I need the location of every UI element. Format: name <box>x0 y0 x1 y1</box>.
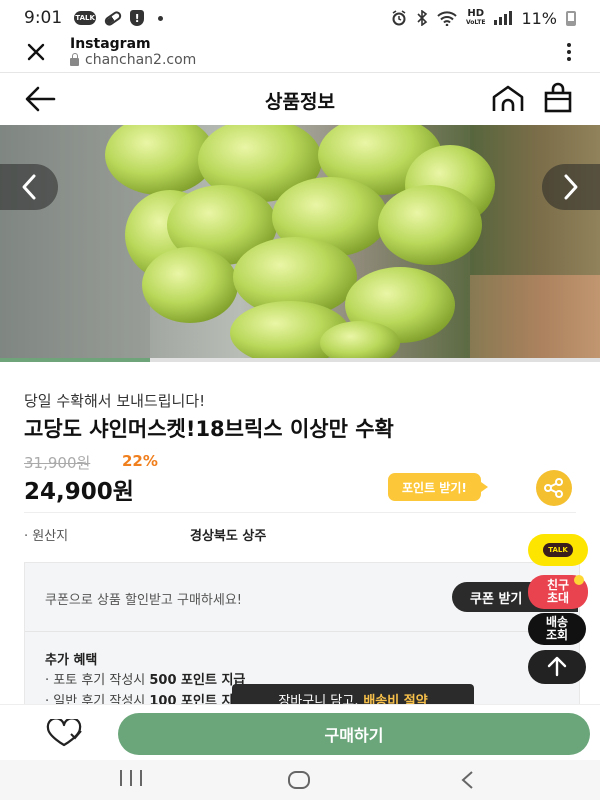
close-browser-button[interactable] <box>22 38 50 66</box>
battery-percent: 11% <box>521 8 557 28</box>
chevron-right-icon <box>564 174 578 200</box>
dot-icon <box>158 15 164 21</box>
app-header: 상품정보 <box>0 73 600 125</box>
benefit-title: 추가 혜택 <box>45 653 98 668</box>
shopping-bag-icon <box>544 82 572 113</box>
recent-apps-button[interactable] <box>120 770 142 790</box>
back-chevron-icon <box>461 771 473 789</box>
browser-url-text: chanchan2.com <box>85 52 197 68</box>
info-divider <box>24 512 576 513</box>
hd-sub-label: VoLTE <box>465 19 486 26</box>
original-price: 31,900원 <box>24 454 91 472</box>
sale-price: 24,900원 <box>24 479 134 505</box>
hd-voice-icon: HD VoLTE <box>466 9 485 27</box>
smile-badge-icon <box>574 575 584 585</box>
coupon-divider <box>25 631 581 632</box>
kakao-talk-icon: TALK <box>543 543 573 557</box>
delivery-tracking-button[interactable]: 배송 조회 <box>528 613 586 645</box>
wifi-icon <box>437 10 457 26</box>
signal-icon <box>494 11 513 25</box>
share-icon <box>544 478 563 498</box>
heart-icon <box>46 717 82 747</box>
image-next-button[interactable] <box>542 164 600 210</box>
scroll-top-button[interactable] <box>528 650 586 684</box>
points-tooltip[interactable]: 포인트 받기! <box>388 473 488 501</box>
close-icon <box>27 43 45 61</box>
product-image[interactable] <box>0 125 600 358</box>
status-bar: 9:01 TALK ! HD VoLTE 11% <box>0 0 600 36</box>
invite-friend-button[interactable]: 친구 초대 <box>528 575 588 609</box>
benefit-photo-text: · 포토 후기 작성시 <box>45 673 150 688</box>
system-home-button[interactable] <box>288 771 310 789</box>
product-name: 고당도 샤인머스켓!18브릭스 이상만 수확 <box>24 417 394 441</box>
browser-bar: Instagram chanchan2.com <box>0 36 600 72</box>
benefit-photo-points: 500 포인트 지급 <box>149 673 246 688</box>
chevron-left-icon <box>22 174 36 200</box>
bottom-purchase-bar: 구매하기 <box>0 704 600 760</box>
browser-menu-button[interactable] <box>564 40 574 64</box>
delivery-line2: 조회 <box>545 628 569 642</box>
discount-rate: 22% <box>122 452 158 470</box>
benefit-photo-review: · 포토 후기 작성시 500 포인트 지급 <box>45 669 245 688</box>
browser-title: Instagram <box>70 36 151 52</box>
image-progress-bar <box>0 358 600 362</box>
talk-icon: TALK <box>74 11 97 25</box>
invite-line2: 초대 <box>546 591 570 605</box>
image-progress-fill <box>0 358 150 362</box>
bluetooth-icon <box>416 10 428 26</box>
coupon-text: 쿠폰으로 상품 할인받고 구매하세요! <box>45 593 243 608</box>
status-time: 9:01 <box>24 8 63 28</box>
alarm-icon <box>391 10 407 26</box>
image-prev-button[interactable] <box>0 164 58 210</box>
lock-icon <box>70 52 79 66</box>
battery-icon <box>566 10 576 26</box>
wishlist-button[interactable] <box>44 717 84 749</box>
share-button[interactable] <box>536 470 572 506</box>
pill-icon <box>103 9 124 27</box>
buy-button[interactable]: 구매하기 <box>118 713 590 755</box>
origin-label: · 원산지 <box>24 529 69 544</box>
system-back-button[interactable] <box>458 770 478 790</box>
grapes-image <box>0 125 600 358</box>
alert-shield-icon: ! <box>130 10 145 26</box>
home-button[interactable] <box>490 83 526 115</box>
system-nav-bar <box>0 760 600 800</box>
origin-value: 경상북도 상주 <box>190 529 267 544</box>
home-icon <box>492 85 524 111</box>
browser-url: chanchan2.com <box>70 52 196 68</box>
arrow-up-icon <box>547 656 567 677</box>
product-subtitle: 당일 수확해서 보내드립니다! <box>24 392 206 410</box>
cart-button[interactable] <box>542 82 574 114</box>
kakao-talk-button[interactable]: TALK <box>528 534 588 566</box>
